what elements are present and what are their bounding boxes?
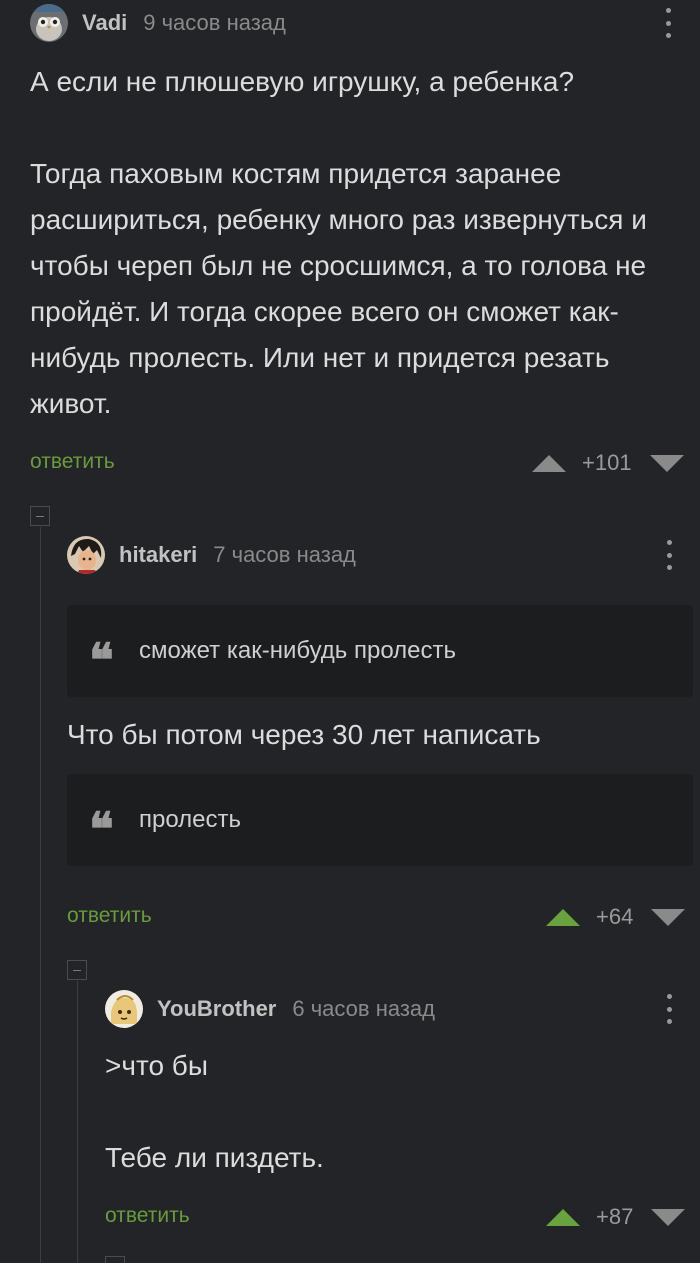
quote-icon: ❝ (89, 633, 114, 687)
rating: +87 (596, 1204, 634, 1229)
comment-text: А если не плюшевую игрушку, а ребенка? Т… (30, 66, 647, 419)
upvote-icon[interactable] (532, 454, 566, 472)
vote-controls: +64 (546, 904, 686, 930)
avatar[interactable] (30, 4, 68, 42)
rating: +64 (596, 904, 634, 929)
downvote-icon[interactable] (651, 908, 686, 926)
more-vertical-icon[interactable] (665, 8, 671, 38)
upvote-icon[interactable] (546, 908, 580, 926)
quote-icon: ❝ (89, 802, 114, 856)
collapse-icon[interactable] (105, 1256, 125, 1263)
reply-link[interactable]: ответить (67, 904, 152, 928)
thread-line (40, 527, 41, 1263)
quote-text: сможет как-нибудь пролесть (139, 637, 456, 664)
upvote-icon[interactable] (546, 1208, 580, 1226)
timestamp: 9 часов назад (143, 10, 286, 35)
username[interactable]: Vadi (82, 10, 127, 36)
more-vertical-icon[interactable] (666, 540, 672, 570)
thread-line (77, 981, 78, 1263)
downvote-icon[interactable] (651, 1208, 686, 1226)
collapse-icon[interactable] (30, 506, 50, 526)
collapse-icon[interactable] (67, 960, 87, 980)
comment-text: >что бы Тебе ли пиздеть. (105, 1050, 324, 1173)
username[interactable]: hitakeri (119, 542, 197, 568)
avatar[interactable] (67, 536, 105, 574)
comment-text: Что бы потом через 30 лет написать (67, 719, 541, 750)
username[interactable]: YouBrother (157, 996, 276, 1022)
comments-page: Vadi 9 часов назад А если не плюшевую иг… (0, 0, 700, 1263)
more-vertical-icon[interactable] (666, 994, 672, 1024)
comment-header: YouBrother 6 часов назад (105, 990, 435, 1028)
timestamp: 7 часов назад (213, 542, 356, 567)
vote-controls: +87 (546, 1204, 686, 1230)
quote-block: ❝ сможет как-нибудь пролесть (67, 605, 693, 697)
vote-controls: +101 (532, 450, 684, 476)
quote-block: ❝ пролесть (67, 774, 693, 866)
comment-header: hitakeri 7 часов назад (67, 536, 356, 574)
quote-text: пролесть (139, 806, 242, 833)
reply-link[interactable]: ответить (30, 450, 115, 474)
reply-link[interactable]: ответить (105, 1204, 190, 1228)
rating: +101 (582, 450, 632, 475)
downvote-icon[interactable] (649, 454, 684, 472)
timestamp: 6 часов назад (292, 996, 435, 1021)
avatar[interactable] (105, 990, 143, 1028)
comment-header: Vadi 9 часов назад (30, 4, 286, 42)
